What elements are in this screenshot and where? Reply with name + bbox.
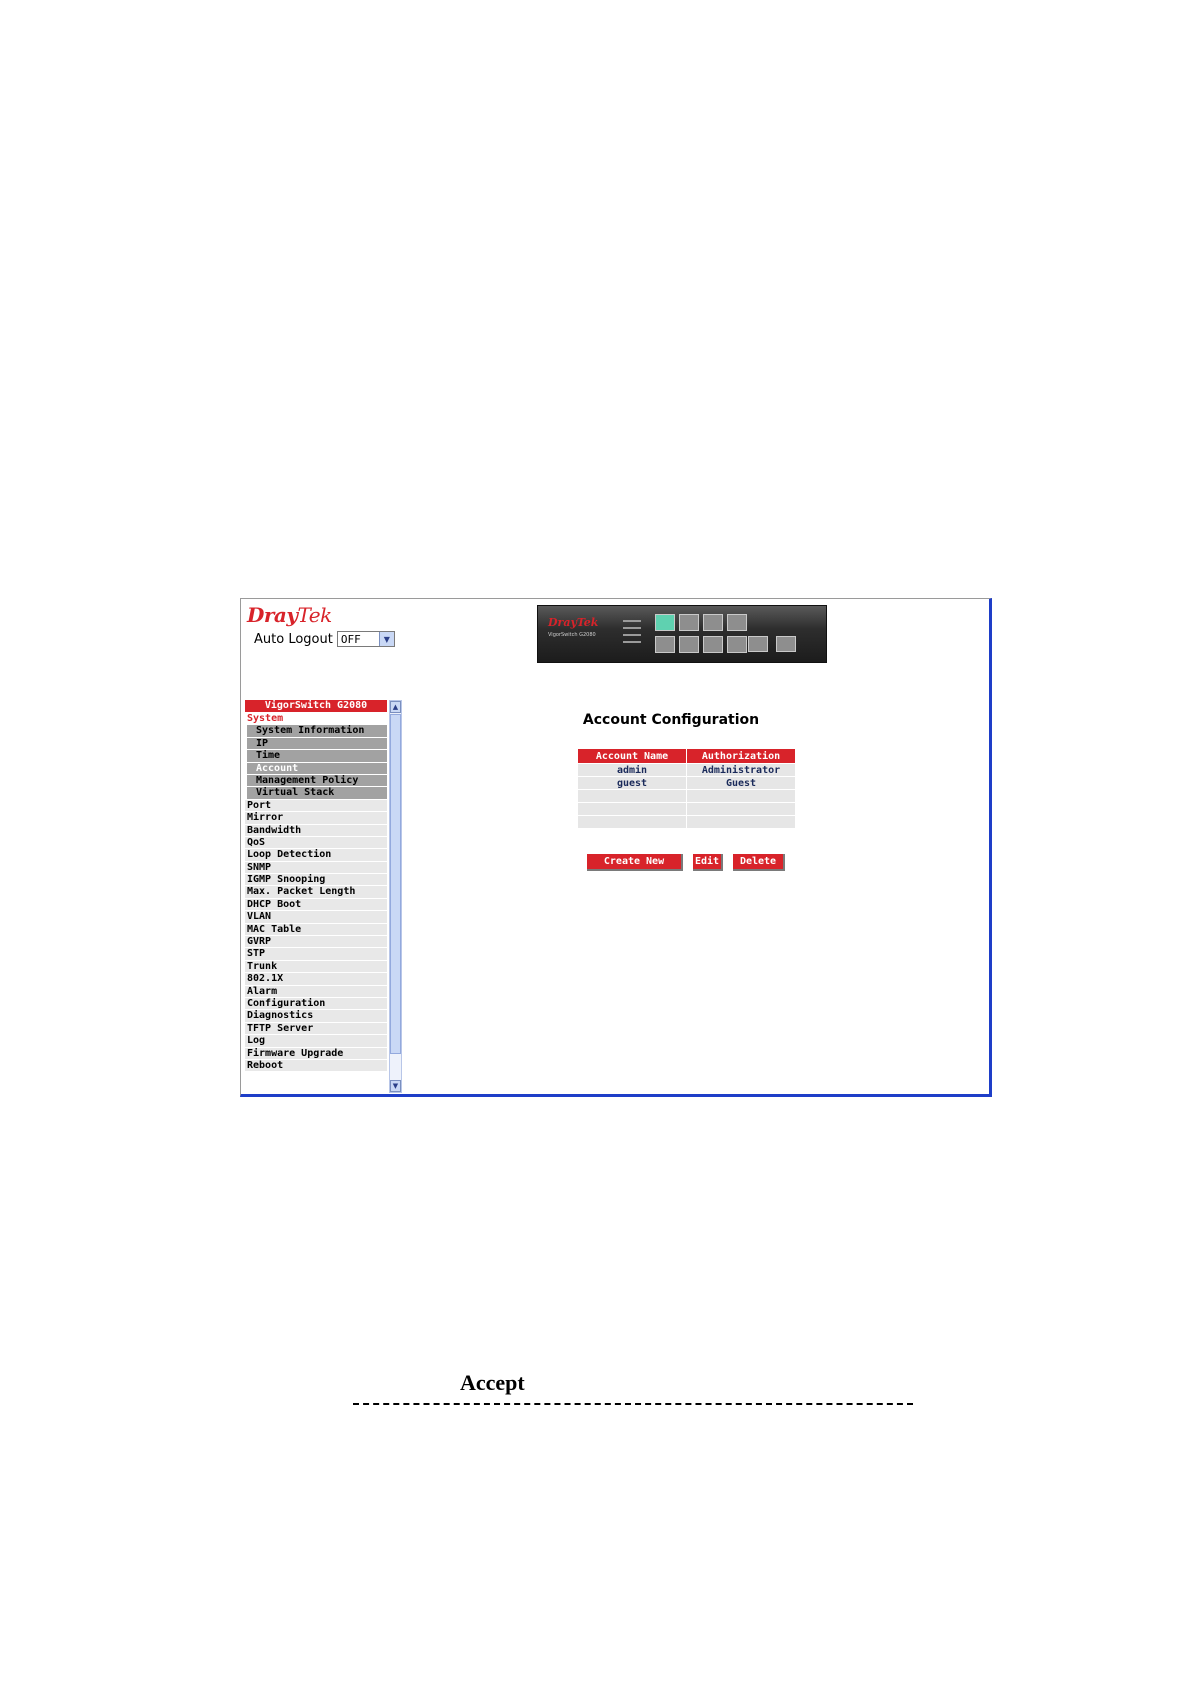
sidebar-item-mirror[interactable]: Mirror — [245, 812, 387, 825]
scrollbar-thumb[interactable] — [390, 714, 401, 1054]
sidebar-item-igmp-snooping[interactable]: IGMP Snooping — [245, 874, 387, 887]
sidebar-item-management-policy[interactable]: Management Policy — [247, 774, 387, 788]
sidebar-item-system-information[interactable]: System Information — [247, 725, 387, 738]
edit-button[interactable]: Edit — [693, 854, 723, 871]
sidebar-item-alarm[interactable]: Alarm — [245, 985, 387, 998]
sidebar-item-log[interactable]: Log — [245, 1035, 387, 1048]
sidebar-item-time[interactable]: Time — [247, 750, 387, 763]
action-buttons: Create New Edit Delete — [587, 854, 785, 871]
sidebar-item-loop-detection[interactable]: Loop Detection — [245, 849, 387, 862]
sidebar-item-vlan[interactable]: VLAN — [245, 911, 387, 924]
table-row[interactable] — [577, 802, 796, 816]
sidebar-item-qos[interactable]: QoS — [245, 836, 387, 850]
account-name-cell: guest — [577, 776, 687, 790]
status-leds — [623, 620, 645, 648]
sidebar-scrollbar[interactable]: ▲ ▼ — [389, 700, 402, 1093]
device-brand: DrayTek — [548, 616, 599, 629]
ethernet-ports — [655, 614, 747, 653]
auto-logout-control: Auto Logout OFF ▼ — [254, 631, 395, 647]
sidebar-title: VigorSwitch G2080 — [245, 700, 387, 712]
page-title: Account Configuration — [582, 712, 760, 728]
sidebar-item-account[interactable]: Account — [247, 762, 387, 775]
sidebar-item-reboot[interactable]: Reboot — [245, 1059, 387, 1073]
authorization-cell — [686, 789, 796, 803]
dashed-divider — [353, 1403, 913, 1405]
account-name-cell — [577, 815, 687, 829]
sidebar-item-mac-table[interactable]: MAC Table — [245, 923, 387, 937]
sidebar-item-bandwidth[interactable]: Bandwidth — [245, 824, 387, 837]
authorization-cell — [686, 815, 796, 829]
scroll-up-icon[interactable]: ▲ — [390, 701, 401, 713]
sfp-port — [776, 636, 796, 652]
account-name-cell — [577, 802, 687, 816]
account-name-cell — [577, 789, 687, 803]
sidebar-item-configuration[interactable]: Configuration — [245, 997, 387, 1011]
sidebar-item-system[interactable]: System — [245, 713, 387, 726]
sfp-port — [748, 636, 768, 652]
create-new-button[interactable]: Create New — [587, 854, 683, 871]
sidebar-item-max-packet-length[interactable]: Max. Packet Length — [245, 886, 387, 899]
authorization-cell: Guest — [686, 776, 796, 790]
table-row[interactable] — [577, 789, 796, 803]
account-table: Account Name Authorization admin Adminis… — [577, 748, 796, 829]
scroll-down-icon[interactable]: ▼ — [390, 1080, 401, 1092]
sidebar-item-snmp[interactable]: SNMP — [245, 861, 387, 875]
sidebar-item-gvrp[interactable]: GVRP — [245, 936, 387, 949]
account-name-cell: admin — [577, 763, 687, 777]
table-row[interactable]: admin Administrator — [577, 763, 796, 777]
sidebar-item-tftp-server[interactable]: TFTP Server — [245, 1022, 387, 1036]
accept-text: Accept — [460, 1370, 525, 1395]
sidebar-item-802-1x[interactable]: 802.1X — [245, 973, 387, 986]
sidebar-item-trunk[interactable]: Trunk — [245, 960, 387, 974]
sidebar-item-dhcp-boot[interactable]: DHCP Boot — [245, 898, 387, 912]
sidebar-menu: VigorSwitch G2080 System System Informati… — [245, 700, 387, 1073]
column-header-account-name: Account Name — [577, 748, 687, 764]
sidebar-item-virtual-stack[interactable]: Virtual Stack — [247, 787, 387, 800]
switch-front-panel-image: DrayTek VigorSwitch G2080 — [537, 605, 827, 663]
auto-logout-select[interactable]: OFF ▼ — [336, 631, 395, 647]
sidebar-item-port[interactable]: Port — [245, 799, 387, 813]
authorization-cell: Administrator — [686, 763, 796, 777]
sidebar-item-ip[interactable]: IP — [247, 737, 387, 751]
delete-button[interactable]: Delete — [733, 854, 785, 871]
browser-screenshot: DrayTek Auto Logout OFF ▼ DrayTek VigorS… — [240, 598, 992, 1097]
table-row[interactable]: guest Guest — [577, 776, 796, 790]
sidebar-item-stp[interactable]: STP — [245, 948, 387, 961]
sidebar-item-firmware-upgrade[interactable]: Firmware Upgrade — [245, 1047, 387, 1060]
chevron-down-icon[interactable]: ▼ — [378, 632, 394, 646]
table-row[interactable] — [577, 815, 796, 829]
authorization-cell — [686, 802, 796, 816]
column-header-authorization: Authorization — [686, 748, 796, 764]
sidebar-item-diagnostics[interactable]: Diagnostics — [245, 1010, 387, 1023]
device-model: VigorSwitch G2080 — [548, 632, 596, 638]
auto-logout-label: Auto Logout — [254, 631, 333, 647]
draytek-logo: DrayTek — [247, 603, 332, 627]
